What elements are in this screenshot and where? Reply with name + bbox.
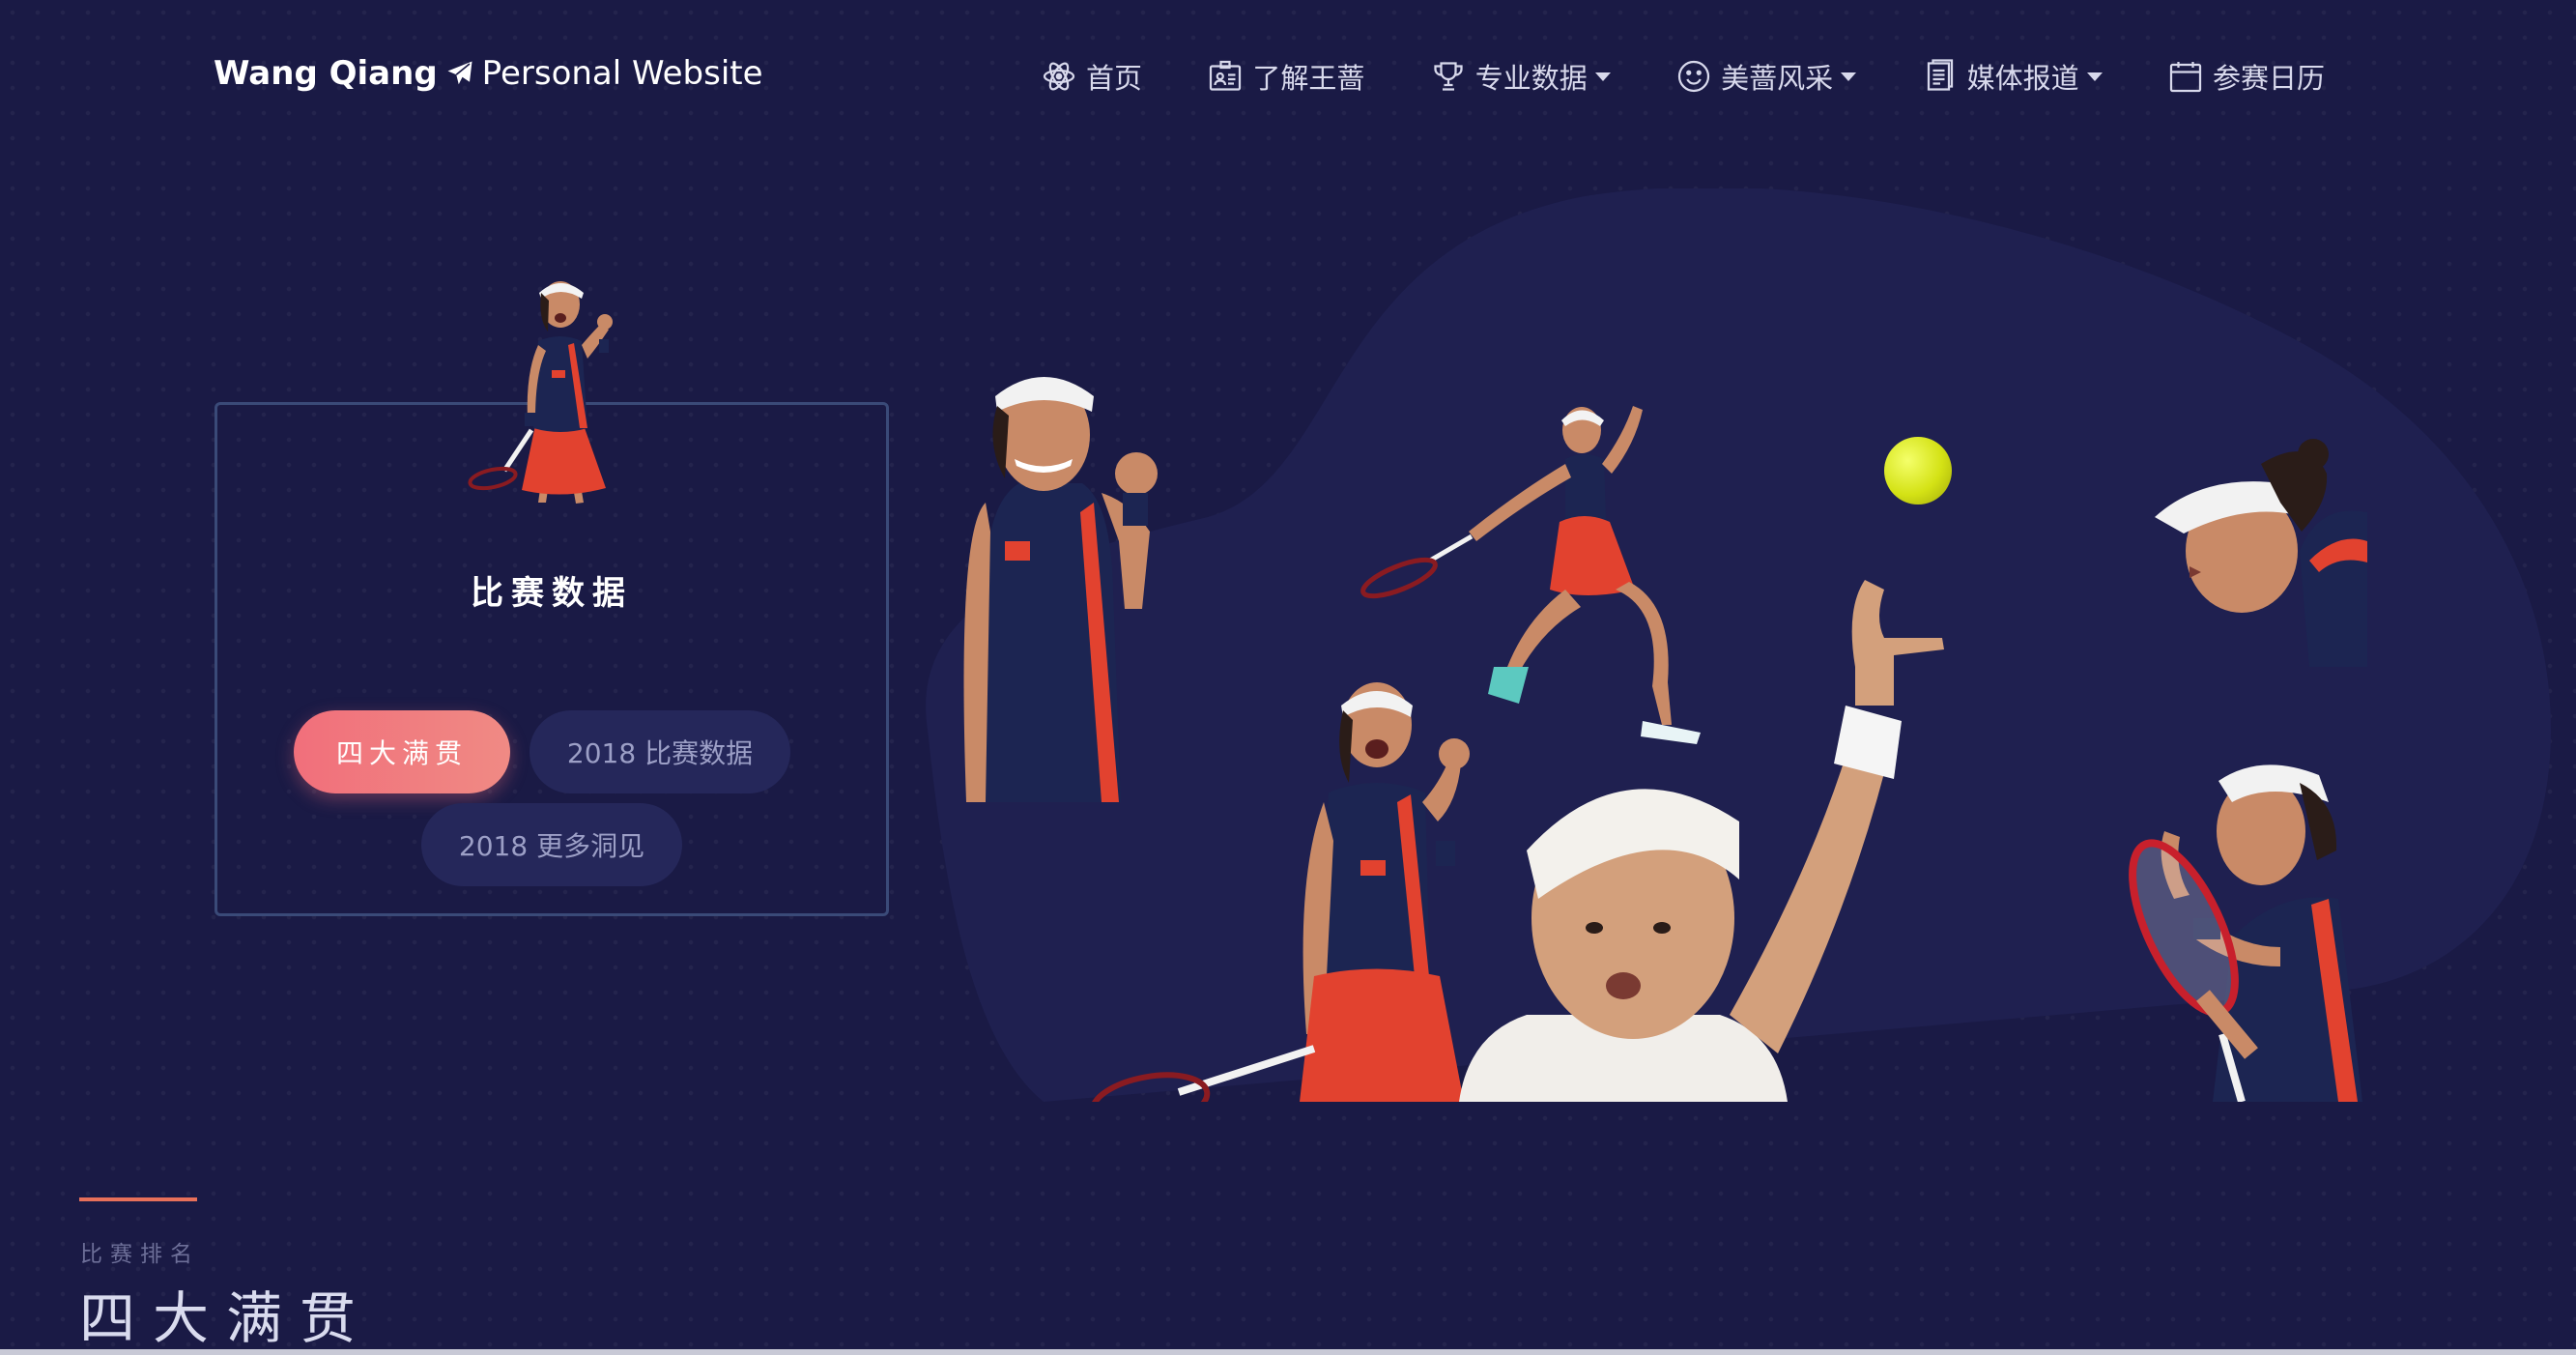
brand-logo[interactable]: Wang Qiang Personal Website [214, 54, 763, 93]
card-title: 比赛数据 [471, 574, 633, 613]
player-fist-pump-photo [963, 377, 1158, 802]
nav-label: 了解王蔷 [1252, 62, 1365, 95]
player-lunge-photo [1360, 406, 1701, 744]
main-nav: 首页 了解王蔷 专业数据 美蔷风采 媒体报道 参赛日历 [1042, 56, 2325, 97]
player-shout-photo [1089, 682, 1470, 1102]
nav-item-media[interactable]: 媒体报道 [1923, 56, 2103, 97]
chevron-down-icon [1841, 72, 1857, 81]
player-serve-photo [1459, 580, 1944, 1102]
nav-label: 首页 [1086, 62, 1143, 95]
bottom-divider [0, 1349, 2576, 1355]
nav-item-calendar[interactable]: 参赛日历 [2168, 56, 2325, 97]
insights-2018-button[interactable]: 2018 更多洞见 [421, 803, 682, 886]
brand-name: Wang Qiang [214, 54, 438, 93]
section-title: 四大满贯 [79, 1285, 374, 1351]
nav-label: 媒体报道 [1966, 62, 2079, 95]
nav-item-style[interactable]: 美蔷风采 [1676, 56, 1857, 97]
atom-icon [1043, 62, 1075, 91]
nav-label: 专业数据 [1474, 62, 1588, 95]
trophy-icon [1434, 62, 1463, 91]
player-profile-photo [2155, 439, 2367, 667]
section-subtitle: 比赛排名 [80, 1242, 200, 1267]
calendar-icon [2169, 62, 2202, 93]
stats-2018-button[interactable]: 2018 比赛数据 [530, 710, 790, 793]
smile-icon [1678, 60, 1710, 93]
player-racket-photo [2129, 764, 2362, 1102]
player-collage [963, 377, 2367, 1102]
nav-item-stats[interactable]: 专业数据 [1431, 56, 1611, 97]
tennis-ball-image [1884, 437, 1952, 505]
player-celebration-photo [468, 281, 613, 504]
chevron-down-icon [1594, 72, 1611, 81]
nav-label: 美蔷风采 [1721, 62, 1834, 95]
document-icon [1927, 59, 1953, 91]
nav-item-home[interactable]: 首页 [1042, 56, 1142, 97]
grand-slam-button[interactable]: 四大满贯 [294, 710, 510, 793]
nav-label: 参赛日历 [2212, 62, 2325, 95]
chevron-down-icon [2086, 72, 2103, 81]
id-card-icon [1210, 60, 1242, 91]
nav-item-about[interactable]: 了解王蔷 [1208, 56, 1364, 97]
section-accent-line [79, 1197, 197, 1201]
brand-subtitle: Personal Website [481, 54, 763, 93]
paper-plane-icon [447, 61, 472, 85]
